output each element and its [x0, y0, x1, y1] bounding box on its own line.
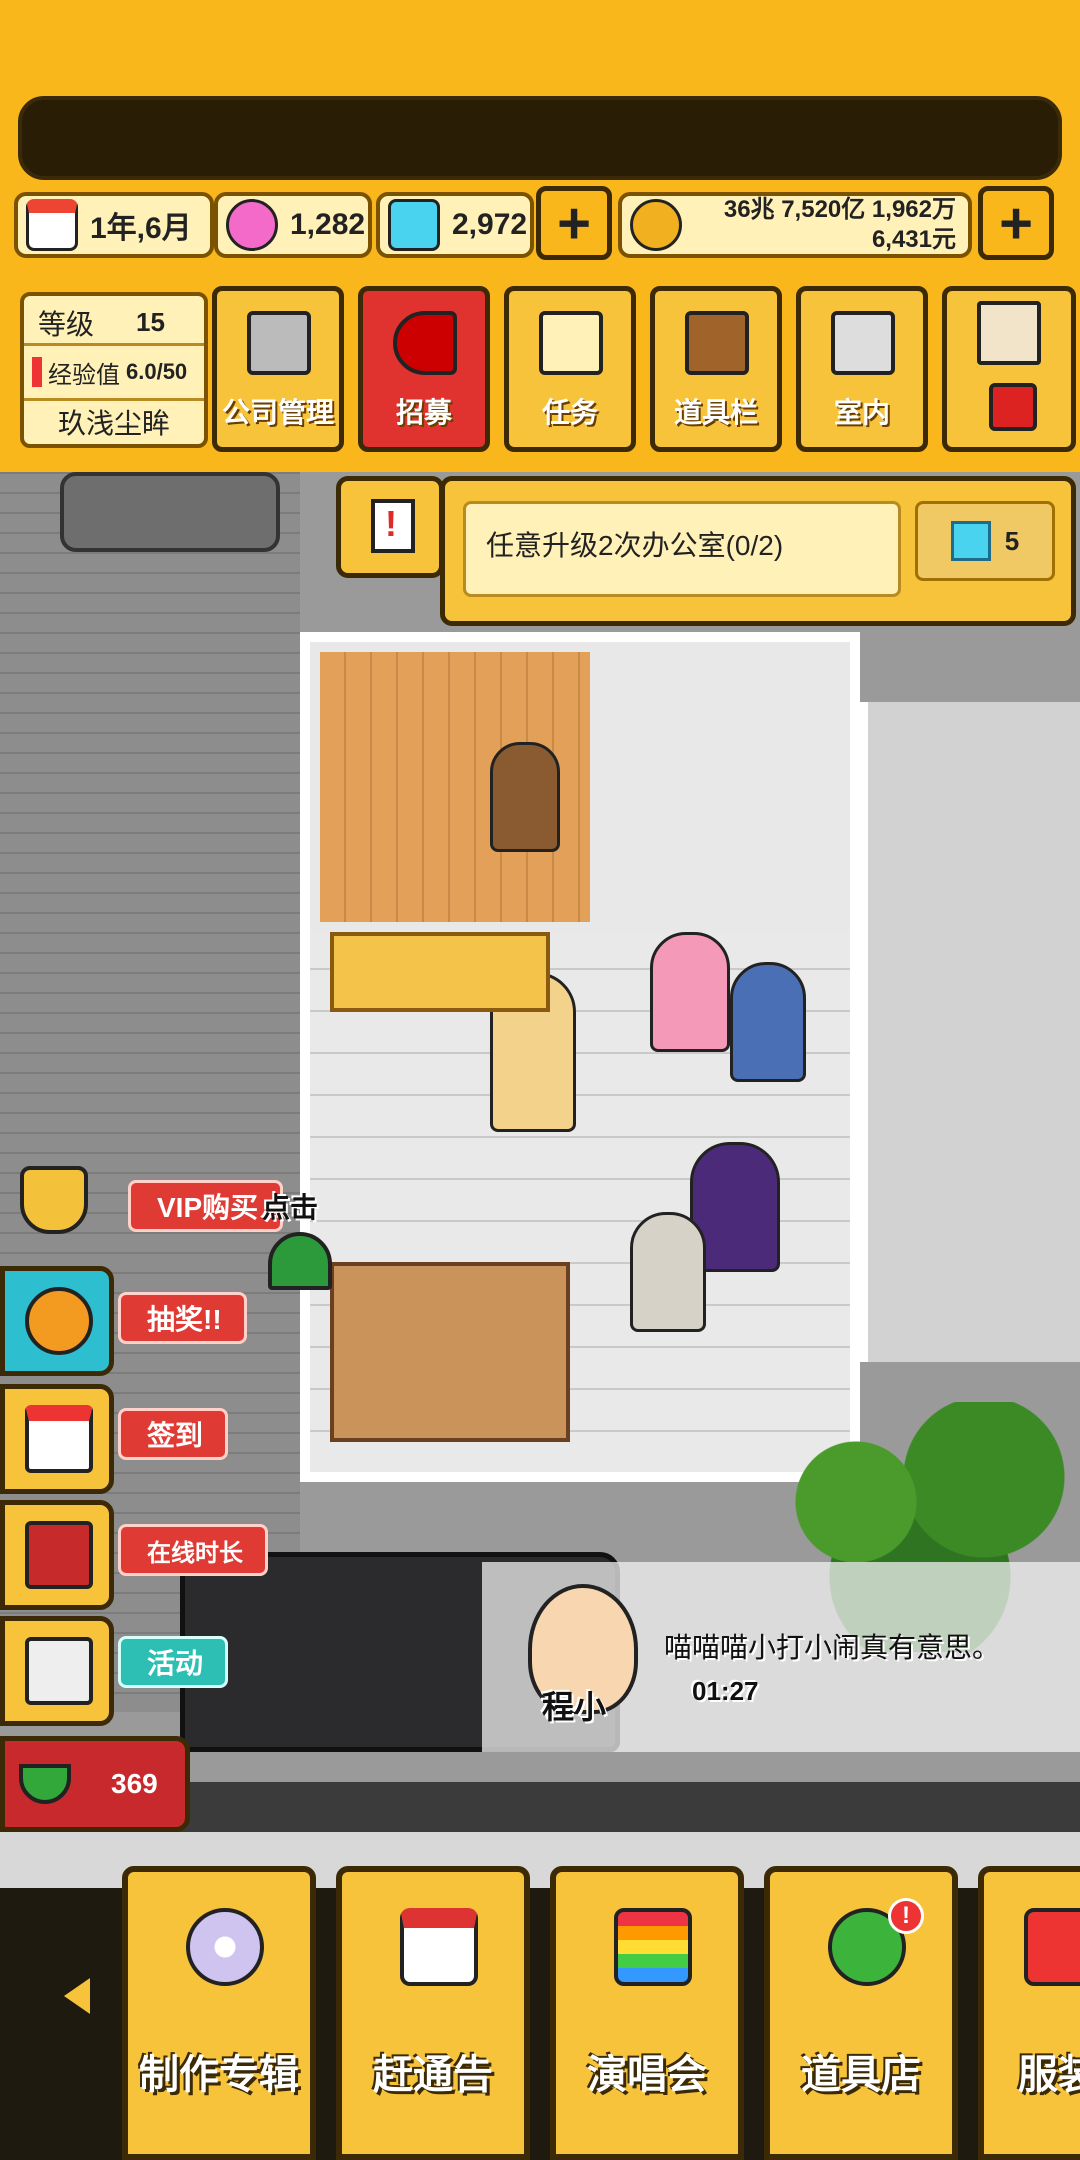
- character-pink-hair[interactable]: [650, 932, 730, 1052]
- megaphone-icon: [393, 311, 457, 375]
- announcement-button[interactable]: 赶通告: [336, 1866, 530, 2160]
- blue-gem-value: 2,972: [452, 208, 528, 241]
- watermelon-icon[interactable]: [268, 1232, 332, 1290]
- online-time-button[interactable]: [0, 1500, 114, 1610]
- interior-label: 室内: [833, 397, 890, 428]
- scroll-left-arrow-icon[interactable]: [64, 1978, 90, 2014]
- blue-gem-icon: [388, 199, 440, 251]
- watermelon-count: 369: [111, 1768, 158, 1799]
- shop-alert-badge: !: [888, 1898, 924, 1934]
- interior-button[interactable]: 室内: [796, 286, 928, 452]
- tasks-label: 任务: [541, 397, 598, 428]
- chat-message: 喵喵喵小打小闹真有意思。: [664, 1632, 1001, 1663]
- events-button[interactable]: [0, 1616, 114, 1726]
- date-display: 1年,6月: [14, 192, 214, 258]
- coin-icon: [630, 199, 682, 251]
- mail-button[interactable]: [942, 286, 1076, 452]
- shirt-icon: [1024, 1908, 1080, 1986]
- scissors-icon: [25, 1637, 93, 1705]
- concert-button[interactable]: 演唱会: [550, 1866, 744, 2160]
- character-silver-hair[interactable]: [630, 1212, 706, 1332]
- exp-value: 6.0/50: [126, 359, 188, 384]
- money-counter: 36兆 7,520亿 1,962万 6,431元: [618, 192, 972, 258]
- vip-tag[interactable]: VIP购买: [128, 1180, 284, 1232]
- task-banner[interactable]: 任意升级2次办公室(0/2) 5: [440, 476, 1076, 626]
- checkin-button[interactable]: [0, 1384, 114, 1494]
- player-info: 等级 15 经验值 6.0/50 玖浅尘眸: [20, 292, 208, 448]
- date-value: 1年,6月: [90, 212, 192, 245]
- chest-icon: [685, 311, 749, 375]
- recruit-button[interactable]: 招募: [358, 286, 490, 452]
- vip-button[interactable]: [0, 1150, 114, 1260]
- building-icon: [247, 311, 311, 375]
- studio-room[interactable]: [860, 702, 1080, 1362]
- calendar-icon: [400, 1908, 478, 1986]
- recruit-label: 招募: [395, 397, 452, 428]
- announcement-label: 赶通告: [373, 2053, 493, 2097]
- roulette-icon: [25, 1287, 93, 1355]
- title-strip: [18, 96, 1062, 180]
- sofa: [330, 1262, 570, 1442]
- disc-icon: [186, 1908, 264, 1986]
- add-money-button[interactable]: +: [978, 186, 1054, 260]
- task-reward-value: 5: [1004, 525, 1020, 556]
- events-tag[interactable]: 活动: [118, 1636, 229, 1688]
- clothing-label: 服装: [1018, 2053, 1080, 2097]
- chat-bubble[interactable]: 程小 喵喵喵小打小闹真有意思。 01:27: [482, 1562, 1080, 1752]
- money-line1: 36兆 7,520亿 1,962万: [723, 196, 956, 223]
- checkin-tag[interactable]: 签到: [118, 1408, 229, 1460]
- click-hint: 点击: [262, 1192, 319, 1223]
- gift-icon: [25, 1521, 93, 1589]
- inventory-button[interactable]: 道具栏: [650, 286, 782, 452]
- pink-gem-counter: 1,282: [214, 192, 372, 258]
- calendar-icon: [25, 1405, 93, 1473]
- exp-bar: [32, 357, 42, 387]
- company-management-label: 公司管理: [221, 397, 334, 428]
- company-management-button[interactable]: 公司管理: [212, 286, 344, 452]
- calendar-icon: [26, 199, 78, 251]
- top-hud: 1年,6月 1,282 2,972 + 36兆 7,520亿 1,962万 6,…: [0, 0, 1080, 472]
- make-album-button[interactable]: 制作专辑: [122, 1866, 316, 2160]
- blue-gem-counter: 2,972: [376, 192, 534, 258]
- item-shop-button[interactable]: ! 道具店: [764, 1866, 958, 2160]
- exp-label: 经验值: [48, 361, 120, 389]
- online-time-tag[interactable]: 在线时长: [118, 1524, 268, 1576]
- parked-car: [60, 472, 280, 552]
- trophy-shelf: [330, 932, 550, 1012]
- task-reward[interactable]: 5: [915, 501, 1055, 581]
- rainbow-stage-icon: [614, 1908, 692, 1986]
- pink-gem-value: 1,282: [290, 208, 366, 241]
- speaker-name: 程小: [542, 1689, 607, 1725]
- office-room[interactable]: [300, 632, 860, 1482]
- money-line2: 6,431元: [871, 226, 956, 253]
- level-label: 等级: [38, 308, 95, 340]
- mail-icon: [977, 301, 1041, 365]
- task-text: 任意升级2次办公室(0/2): [463, 501, 901, 597]
- add-gems-button[interactable]: +: [536, 186, 612, 260]
- player-name: 玖浅尘眸: [57, 407, 170, 439]
- scroll-icon: [539, 311, 603, 375]
- inventory-label: 道具栏: [673, 397, 758, 428]
- watermelon-icon: [19, 1764, 71, 1804]
- clothing-button[interactable]: 服装: [978, 1866, 1080, 2160]
- task-alert-button[interactable]: !: [336, 476, 444, 578]
- item-shop-label: 道具店: [801, 2053, 921, 2097]
- chat-timer: 01:27: [692, 1676, 759, 1706]
- concert-label: 演唱会: [587, 2053, 707, 2097]
- level-value: 15: [136, 307, 165, 337]
- blue-gem-icon: [950, 521, 991, 561]
- tasks-button[interactable]: 任务: [504, 286, 636, 452]
- crown-icon: [20, 1166, 88, 1234]
- hammer-icon: [989, 383, 1037, 431]
- exclamation-icon: !: [385, 503, 397, 544]
- character-blue-hat[interactable]: [730, 962, 806, 1082]
- character-manager[interactable]: [490, 742, 560, 852]
- lottery-button[interactable]: [0, 1266, 114, 1376]
- make-album-label: 制作专辑: [139, 2053, 299, 2097]
- watermelon-counter[interactable]: 369: [0, 1736, 190, 1832]
- paint-roller-icon: [831, 311, 895, 375]
- pink-gem-icon: [226, 199, 278, 251]
- lottery-tag[interactable]: 抽奖!!: [118, 1292, 247, 1344]
